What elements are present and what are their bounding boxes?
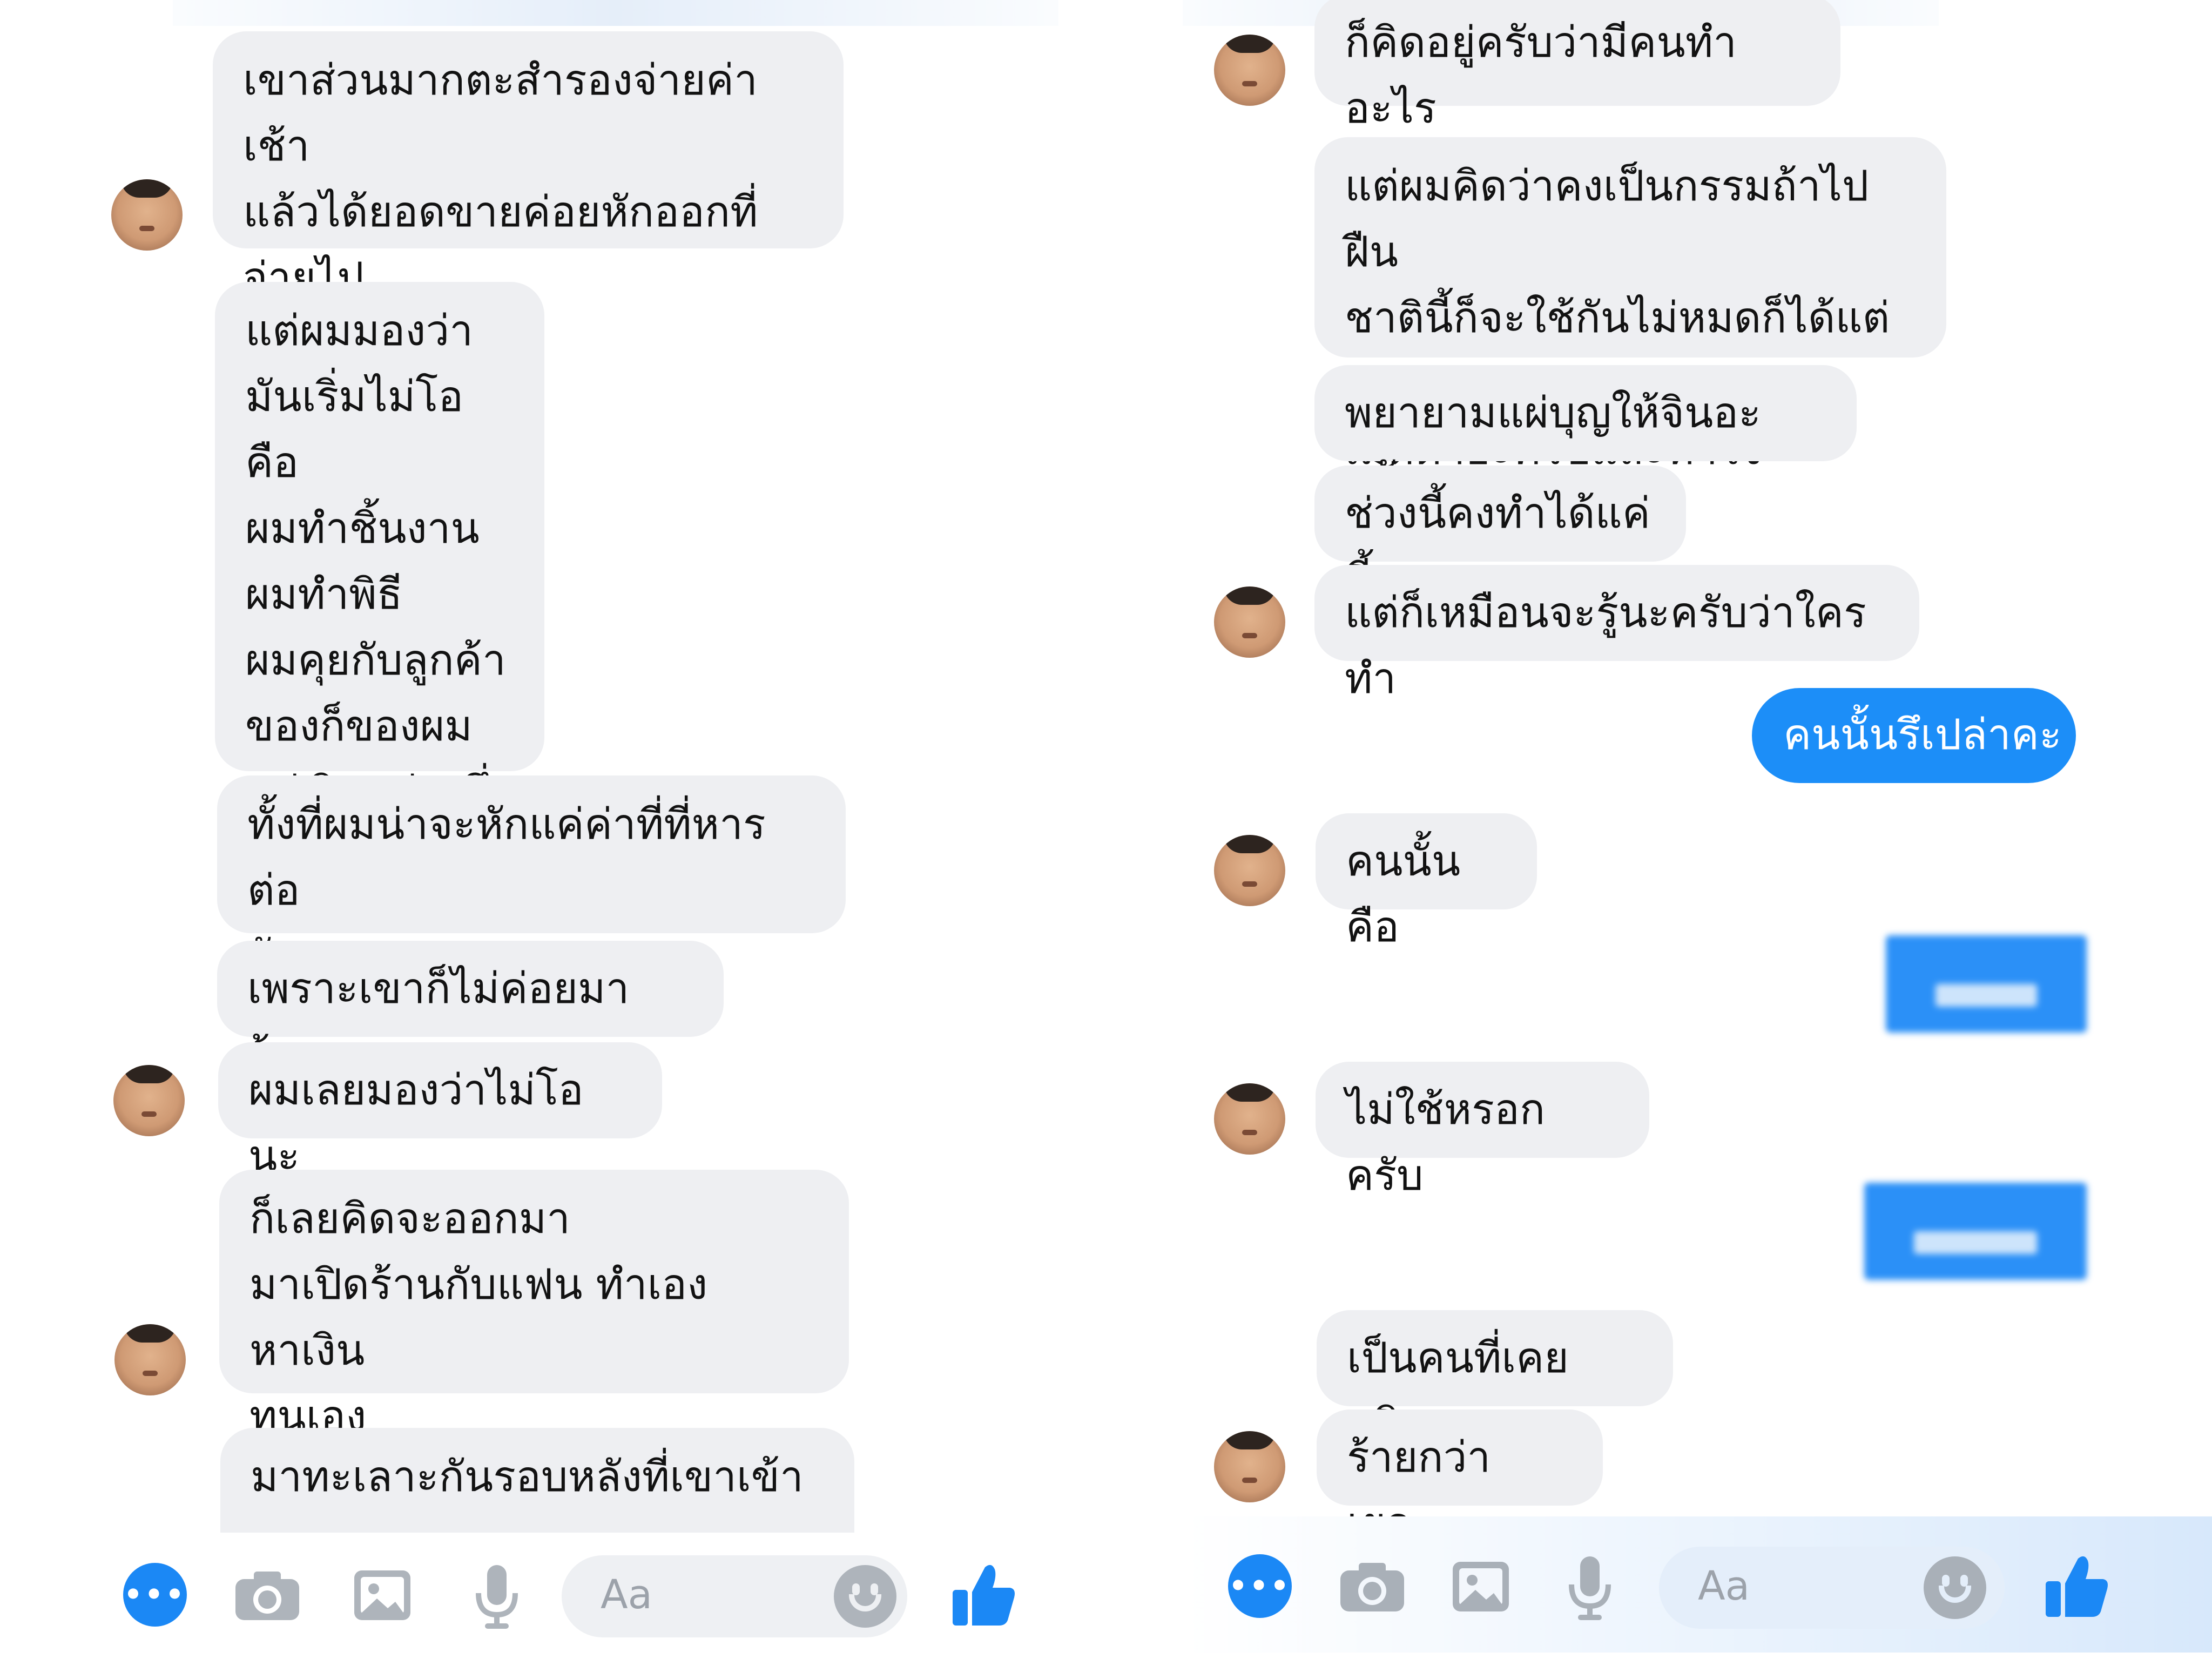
message-bubble: เป็นคนที่เคยสนิท [1317, 1310, 1673, 1448]
message-input-placeholder: Aa [1698, 1563, 1750, 1609]
message-bubble: ร้ายกว่าเยอะ [1317, 1410, 1603, 1548]
message-bubble: แต่ก็เหมือนจะรู้นะครับว่าใครทำ [1314, 565, 1919, 703]
more-icon[interactable]: ••• [1228, 1554, 1292, 1618]
contact-avatar[interactable] [1214, 1431, 1285, 1502]
contact-avatar[interactable] [1214, 1083, 1285, 1155]
composer-toolbar: ••• Aa [1183, 1516, 2212, 1653]
screenshot-collage: เขาส่วนมากตะสำรองจ่ายค่าเช้า แล้วได้ยอดข… [0, 0, 2212, 1659]
message-input[interactable]: Aa [1659, 1547, 2005, 1629]
thumbs-up-icon[interactable] [950, 1560, 1017, 1629]
contact-avatar[interactable] [113, 1065, 185, 1136]
more-icon[interactable]: ••• [123, 1563, 187, 1627]
camera-icon[interactable] [1337, 1559, 1407, 1615]
contact-avatar[interactable] [1214, 35, 1285, 106]
message-bubble: ก็เลยคิดจะออกมา มาเปิดร้านกับแฟน ทำเองหา… [219, 1170, 849, 1441]
contact-avatar[interactable] [1214, 586, 1285, 658]
left-chat-panel: เขาส่วนมากตะสำรองจ่ายค่าเช้า แล้วได้ยอดข… [0, 0, 1096, 1659]
message-bubble: เขาส่วนมากตะสำรองจ่ายค่าเช้า แล้วได้ยอดข… [213, 31, 844, 302]
top-edge-fade [173, 0, 1058, 26]
image-icon[interactable] [1451, 1560, 1511, 1614]
camera-icon[interactable] [232, 1567, 302, 1623]
right-chat-panel: ก็คิดอยู่ครับว่ามีคนทำอะไร แต่ผมคิดว่าคง… [1183, 0, 2212, 1659]
redacted-outgoing-message [1864, 1183, 2087, 1280]
message-input-placeholder: Aa [601, 1572, 652, 1618]
contact-avatar[interactable] [1214, 835, 1285, 906]
message-bubble: พยายามแผ่บุญให้จินอะครับ [1314, 365, 1857, 503]
message-bubble: แต่ผมมองว่า มันเริ่มไม่โอคือ ผมทำชิ้นงาน… [215, 282, 544, 817]
message-bubble-partial: ก็คิดอยู่ครับว่ามีคนทำอะไร [1314, 0, 1840, 133]
redacted-outgoing-message [1886, 935, 2087, 1033]
message-bubble: คนนั้นคือ [1316, 813, 1537, 952]
composer-toolbar: ••• Aa [0, 1533, 1096, 1651]
emoji-icon[interactable] [1924, 1556, 1986, 1619]
message-input[interactable]: Aa [562, 1555, 907, 1637]
message-bubble: เพราะเขาก็ไม่ค่อยมาร้าน [217, 941, 724, 1079]
image-icon[interactable] [352, 1568, 413, 1622]
message-bubble: ไม่ใช้หรอกครับ [1316, 1062, 1649, 1200]
message-bubble: ช่วงนี้คงทำได้แค่นี้ [1314, 466, 1686, 604]
message-bubble: ผมเลยมองว่าไม่โอนะ [218, 1042, 662, 1181]
message-bubble: แต่ผมคิดว่าคงเป็นกรรมถ้าไปฝืน ชาตินี้ก็จ… [1314, 137, 1946, 474]
contact-avatar[interactable] [111, 179, 183, 251]
message-bubble: ทั้งที่ผมน่าจะหักแค่ค่าที่ที่หารต่อ วัน [217, 775, 846, 981]
microphone-icon[interactable] [1564, 1554, 1616, 1621]
emoji-icon[interactable] [834, 1565, 896, 1628]
thumbs-up-icon[interactable] [2044, 1551, 2110, 1620]
contact-avatar[interactable] [114, 1324, 186, 1395]
microphone-icon[interactable] [471, 1563, 523, 1630]
outgoing-message-bubble: คนนั้นรึเปล่าคะ [1752, 688, 2076, 783]
